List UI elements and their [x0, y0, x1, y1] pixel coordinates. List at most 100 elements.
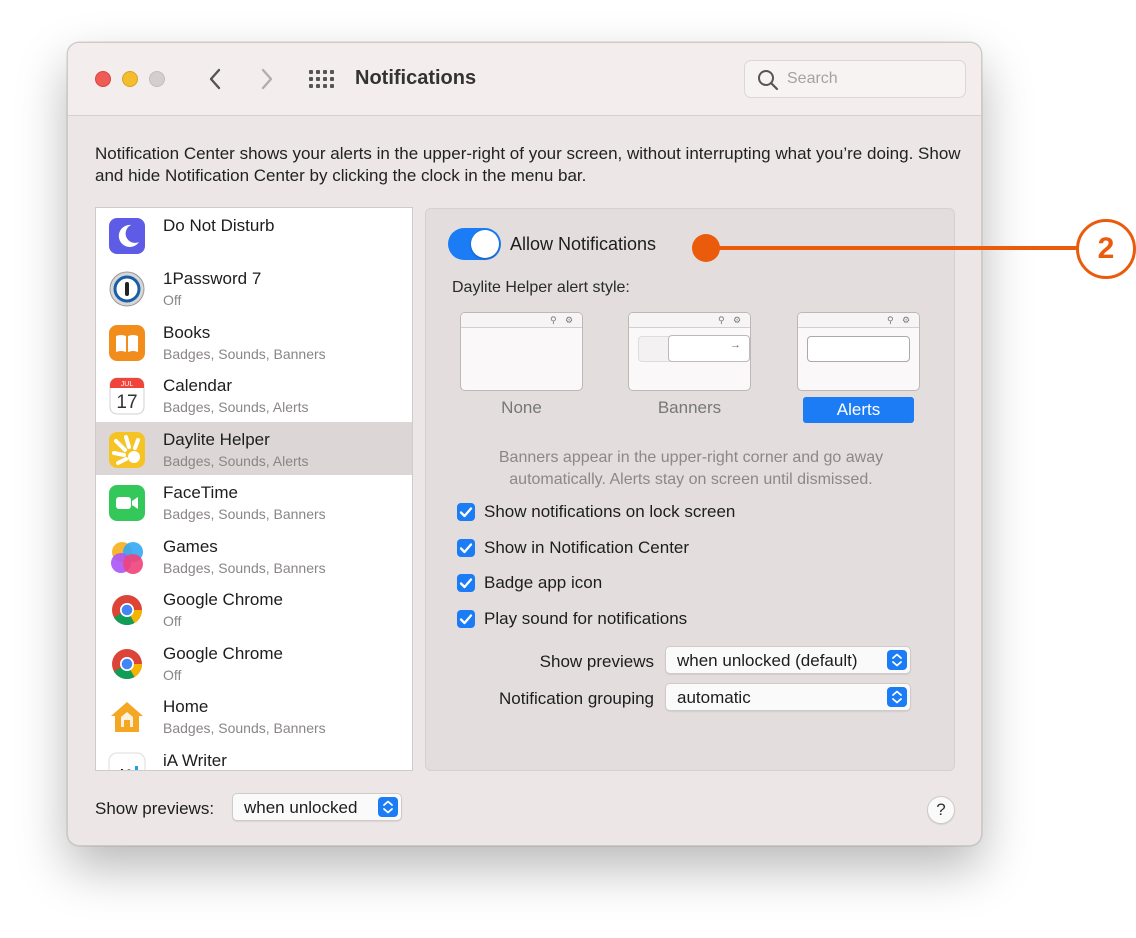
app-name: 1Password 7: [163, 269, 262, 288]
zoom-button[interactable]: [149, 71, 165, 87]
style-banners-label: Banners: [657, 398, 722, 417]
app-subtitle: Badges, Sounds, Alerts: [163, 453, 309, 469]
app-list[interactable]: Do Not Disturb 1Password 7 Off Books Bad…: [95, 207, 413, 771]
up-down-chevron-icon: [887, 687, 907, 707]
app-name: Daylite Helper: [163, 430, 270, 449]
calendar-month: JUL: [121, 381, 134, 388]
style-option-alerts[interactable]: ⚲ ⚙ Alerts: [797, 312, 920, 423]
grid-icon: [309, 70, 334, 88]
chrome-icon: [112, 595, 142, 626]
bottom-show-previews-label: Show previews:: [95, 799, 215, 818]
show-previews-popup[interactable]: when unlocked (default): [665, 646, 911, 674]
bottom-show-previews-popup[interactable]: when unlocked: [232, 793, 402, 821]
app-row-1password[interactable]: 1Password 7 Off: [96, 261, 412, 314]
app-name: iA Writer: [163, 751, 227, 770]
app-subtitle: Badges, Sounds, Banners: [163, 346, 326, 362]
app-subtitle: Off: [163, 613, 182, 629]
bottom-show-previews-value: when unlocked: [244, 798, 358, 817]
style-option-none[interactable]: ⚲ ⚙ None: [460, 312, 583, 417]
app-row-do-not-disturb[interactable]: Do Not Disturb: [96, 208, 412, 261]
app-row-games[interactable]: Games Badges, Sounds, Banners: [96, 529, 412, 582]
app-row-daylite-helper[interactable]: Daylite Helper Badges, Sounds, Alerts: [96, 422, 412, 475]
search-field[interactable]: [744, 60, 966, 98]
allow-notifications-label: Allow Notifications: [510, 234, 657, 254]
app-row-google-chrome-2[interactable]: Google Chrome Off: [96, 636, 412, 689]
style-none-label: None: [501, 398, 542, 417]
alert-style-help-text: Banners appear in the upper-right corner…: [498, 449, 884, 488]
close-button[interactable]: [95, 71, 111, 87]
chevron-left-icon: [209, 68, 221, 90]
app-subtitle: Off: [163, 292, 182, 308]
checkbox-label: Play sound for notifications: [484, 609, 688, 628]
facetime-icon: [109, 485, 145, 521]
app-name: Home: [163, 697, 209, 716]
allow-notifications-toggle[interactable]: [448, 228, 501, 260]
chevron-right-icon: [261, 68, 273, 90]
description-text: Notification Center shows your alerts in…: [95, 144, 961, 185]
ia-writer-icon-text: iA: [120, 766, 134, 771]
search-input[interactable]: [785, 67, 955, 91]
up-down-chevron-icon: [378, 797, 398, 817]
none-style-preview: ⚲ ⚙: [460, 312, 583, 391]
app-name: FaceTime: [163, 483, 238, 502]
app-subtitle: Badges, Sounds, Alerts: [163, 399, 309, 415]
app-settings-panel: Allow Notifications Daylite Helper alert…: [425, 208, 955, 771]
checkbox-label: Show in Notification Center: [484, 538, 690, 557]
show-previews-label: Show previews: [539, 652, 654, 671]
show-all-grid-button[interactable]: [307, 68, 335, 90]
app-row-home[interactable]: Home Badges, Sounds, Banners: [96, 689, 412, 742]
alert-style-label: Daylite Helper alert style:: [452, 279, 630, 296]
grouping-label: Notification grouping: [499, 689, 654, 708]
games-icon: [111, 542, 143, 574]
search-icon: [758, 70, 779, 91]
1password-icon: [109, 271, 145, 307]
checkbox-label: Show notifications on lock screen: [484, 502, 736, 521]
app-name: Google Chrome: [163, 644, 284, 663]
app-name: Do Not Disturb: [163, 216, 275, 235]
callout-line: [706, 246, 1078, 250]
help-button[interactable]: ?: [927, 796, 955, 824]
app-name: Google Chrome: [163, 590, 284, 609]
banners-style-preview: ⚲ ⚙ →: [628, 312, 751, 391]
checkmark-icon: [457, 503, 475, 521]
checkmark-icon: [457, 574, 475, 592]
checkbox-label: Badge app icon: [484, 573, 603, 592]
grouping-popup[interactable]: automatic: [665, 683, 911, 711]
app-name: Calendar: [163, 376, 232, 395]
app-subtitle: Badges, Sounds, Banners: [163, 506, 326, 522]
app-subtitle: Badges, Sounds, Banners: [163, 720, 326, 736]
app-subtitle: Off: [163, 667, 182, 683]
app-row-books[interactable]: Books Badges, Sounds, Banners: [96, 315, 412, 368]
app-row-facetime[interactable]: FaceTime Badges, Sounds, Banners: [96, 475, 412, 528]
window-title: Notifications: [355, 67, 477, 89]
back-button[interactable]: [204, 66, 228, 92]
app-name: Books: [163, 323, 211, 342]
callout-number-badge: 2: [1076, 219, 1136, 279]
app-row-calendar[interactable]: JUL 17 Calendar Badges, Sounds, Alerts: [96, 368, 412, 421]
checkmark-icon: [457, 539, 475, 557]
titlebar: Notifications: [68, 43, 981, 116]
grouping-value: automatic: [677, 688, 751, 707]
books-icon: [109, 325, 145, 361]
checkmark-icon: [457, 610, 475, 628]
forward-button[interactable]: [254, 66, 278, 92]
up-down-chevron-icon: [887, 650, 907, 670]
chrome-icon: [112, 649, 142, 680]
moon-icon: [109, 218, 145, 254]
daylite-icon: [109, 432, 145, 468]
app-subtitle: Badges, Sounds, Banners: [163, 560, 326, 576]
toggle-knob: [471, 230, 499, 258]
app-row-google-chrome[interactable]: Google Chrome Off: [96, 582, 412, 635]
show-previews-value: when unlocked (default): [677, 651, 858, 670]
alerts-style-preview: ⚲ ⚙: [797, 312, 920, 391]
minimize-button[interactable]: [122, 71, 138, 87]
callout-dot: [692, 234, 720, 262]
style-alerts-label: Alerts: [803, 397, 914, 423]
app-name: Games: [163, 537, 218, 556]
calendar-icon: JUL 17: [109, 377, 145, 415]
home-icon: [111, 702, 143, 732]
app-row-ia-writer[interactable]: iA iA Writer: [96, 743, 412, 771]
style-option-banners[interactable]: ⚲ ⚙ → Banners: [628, 312, 751, 417]
preferences-window: Notifications Notification Center shows …: [67, 42, 982, 846]
ia-writer-icon: iA: [108, 752, 146, 771]
